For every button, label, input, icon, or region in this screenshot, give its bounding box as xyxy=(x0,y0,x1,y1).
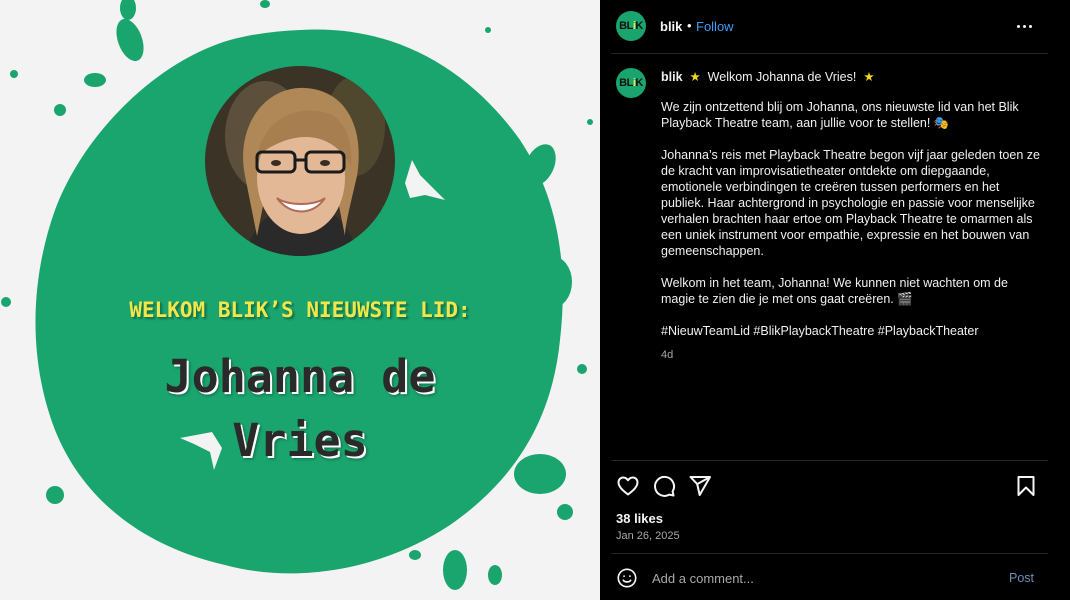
post-date: Jan 26, 2025 xyxy=(616,530,680,542)
separator-dot: • xyxy=(687,18,692,33)
avatar-text-end: K xyxy=(635,20,643,32)
caption-paragraph-intro: We zijn ontzettend blij om Johanna, ons … xyxy=(661,100,1019,130)
comment-input[interactable] xyxy=(652,568,992,588)
post-actions xyxy=(616,474,712,498)
author-avatar[interactable]: BL i K xyxy=(616,11,646,41)
header-divider xyxy=(611,53,1048,54)
follow-button[interactable]: Follow xyxy=(696,19,734,34)
caption-title: Welkom Johanna de Vries! xyxy=(707,70,857,84)
post-comment-button[interactable]: Post xyxy=(1009,571,1034,585)
avatar-text-start: BL xyxy=(619,20,633,32)
caption-username[interactable]: blik xyxy=(661,70,683,84)
comment-divider xyxy=(611,553,1048,554)
caption-hashtags[interactable]: #NieuwTeamLid #BlikPlaybackTheatre #Play… xyxy=(661,323,1041,339)
star-icon: ★ xyxy=(689,70,701,84)
likes-count[interactable]: 38 likes xyxy=(616,511,663,526)
caption-paragraph-welcome: Welkom in het team, Johanna! We kunnen n… xyxy=(661,276,1008,306)
smiley-icon[interactable] xyxy=(616,567,638,589)
post-caption: blik ★ Welkom Johanna de Vries! ★ We zij… xyxy=(661,69,1041,339)
post-image[interactable]: WELKOM BLIK’S NIEUWSTE LID: Johanna de V… xyxy=(0,0,600,600)
caption-paragraph-story: Johanna’s reis met Playback Theatre bego… xyxy=(661,148,1040,258)
heart-icon[interactable] xyxy=(616,474,640,498)
caption-age: 4d xyxy=(661,349,674,361)
bookmark-icon[interactable] xyxy=(1014,474,1038,498)
profile-photo xyxy=(205,66,395,256)
media-name: Johanna de Vries xyxy=(164,350,436,467)
star-icon: ★ xyxy=(863,70,875,84)
post-details-panel: BL i K blik • Follow BL i K blik ★ Welkom Jo… xyxy=(600,0,1070,600)
actions-divider xyxy=(611,460,1048,461)
send-icon[interactable] xyxy=(688,474,712,498)
comment-icon[interactable] xyxy=(652,474,676,498)
caption-avatar[interactable]: BL i K xyxy=(616,68,646,98)
more-options-icon[interactable] xyxy=(1014,18,1034,34)
author-username[interactable]: blik xyxy=(660,19,682,34)
avatar-text-end: K xyxy=(635,77,643,89)
avatar-text-start: BL xyxy=(619,77,633,89)
media-headline: WELKOM BLIK’S NIEUWSTE LID: xyxy=(129,298,471,322)
